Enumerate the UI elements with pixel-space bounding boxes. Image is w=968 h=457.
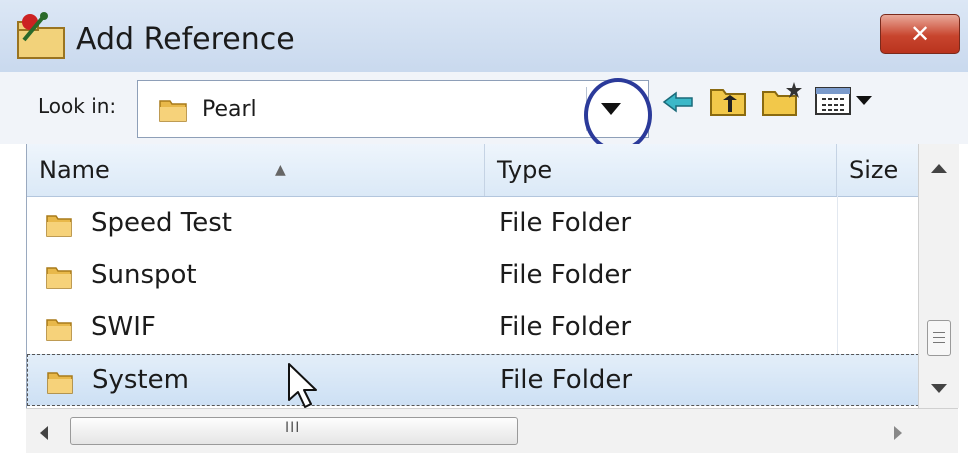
folder-icon <box>46 319 72 341</box>
add-reference-dialog: Add Reference ✕ Look in: Pearl Name ▲ Ty… <box>0 0 968 457</box>
close-button[interactable]: ✕ <box>880 14 960 54</box>
item-type: File Folder <box>499 260 632 290</box>
title-bar: Add Reference ✕ <box>0 0 968 73</box>
look-in-toolbar: Look in: Pearl <box>0 72 968 144</box>
scroll-grip: III <box>285 420 301 436</box>
window-title: Add Reference <box>76 22 295 57</box>
vertical-scroll-thumb[interactable] <box>927 320 951 356</box>
vertical-scrollbar[interactable] <box>918 144 959 408</box>
folder-icon <box>46 267 72 289</box>
item-name: Sunspot <box>91 260 197 290</box>
folder-icon <box>46 215 72 237</box>
horizontal-scroll-thumb[interactable]: III <box>70 417 518 445</box>
sort-ascending-icon: ▲ <box>275 162 286 178</box>
grip-line <box>933 337 945 338</box>
list-item[interactable]: SWIF File Folder <box>27 302 919 354</box>
list-header: Name ▲ Type Size <box>27 144 919 197</box>
item-type: File Folder <box>500 365 633 395</box>
file-list: Name ▲ Type Size Speed Test File Folder … <box>26 144 919 408</box>
new-folder-icon[interactable] <box>760 80 804 118</box>
horizontal-scrollbar[interactable]: III <box>26 408 958 453</box>
column-header-size[interactable]: Size <box>837 144 919 196</box>
scroll-down-arrow-icon[interactable] <box>931 384 947 393</box>
add-reference-app-icon <box>17 12 65 59</box>
grip-line <box>933 332 945 333</box>
up-folder-icon[interactable] <box>708 84 748 118</box>
scroll-up-arrow-icon[interactable] <box>931 164 947 173</box>
dropdown-arrow-button[interactable] <box>586 87 635 131</box>
scroll-right-arrow-icon[interactable] <box>894 426 902 440</box>
folder-icon <box>47 372 73 394</box>
list-item[interactable]: Sunspot File Folder <box>27 250 919 302</box>
list-item[interactable]: Speed Test File Folder <box>27 198 919 250</box>
item-name: System <box>92 365 189 395</box>
chevron-down-icon <box>601 103 621 115</box>
back-icon[interactable] <box>662 90 696 114</box>
look-in-label: Look in: <box>38 94 117 118</box>
item-name: SWIF <box>91 312 156 342</box>
look-in-value: Pearl <box>202 97 257 122</box>
column-header-type[interactable]: Type <box>485 144 837 196</box>
grip-line <box>933 342 945 343</box>
column-size-label: Size <box>849 156 899 184</box>
look-in-dropdown[interactable]: Pearl <box>137 80 649 138</box>
column-header-name[interactable]: Name ▲ <box>27 144 485 196</box>
item-type: File Folder <box>499 208 632 238</box>
column-name-label: Name <box>39 156 110 184</box>
column-type-label: Type <box>497 156 553 184</box>
view-menu-icon[interactable] <box>814 86 876 116</box>
scroll-left-arrow-icon[interactable] <box>40 426 48 440</box>
folder-icon <box>159 100 187 122</box>
item-name: Speed Test <box>91 208 232 238</box>
mouse-cursor-icon <box>288 363 317 408</box>
item-type: File Folder <box>499 312 632 342</box>
list-item-selected[interactable]: System File Folder <box>27 354 919 406</box>
